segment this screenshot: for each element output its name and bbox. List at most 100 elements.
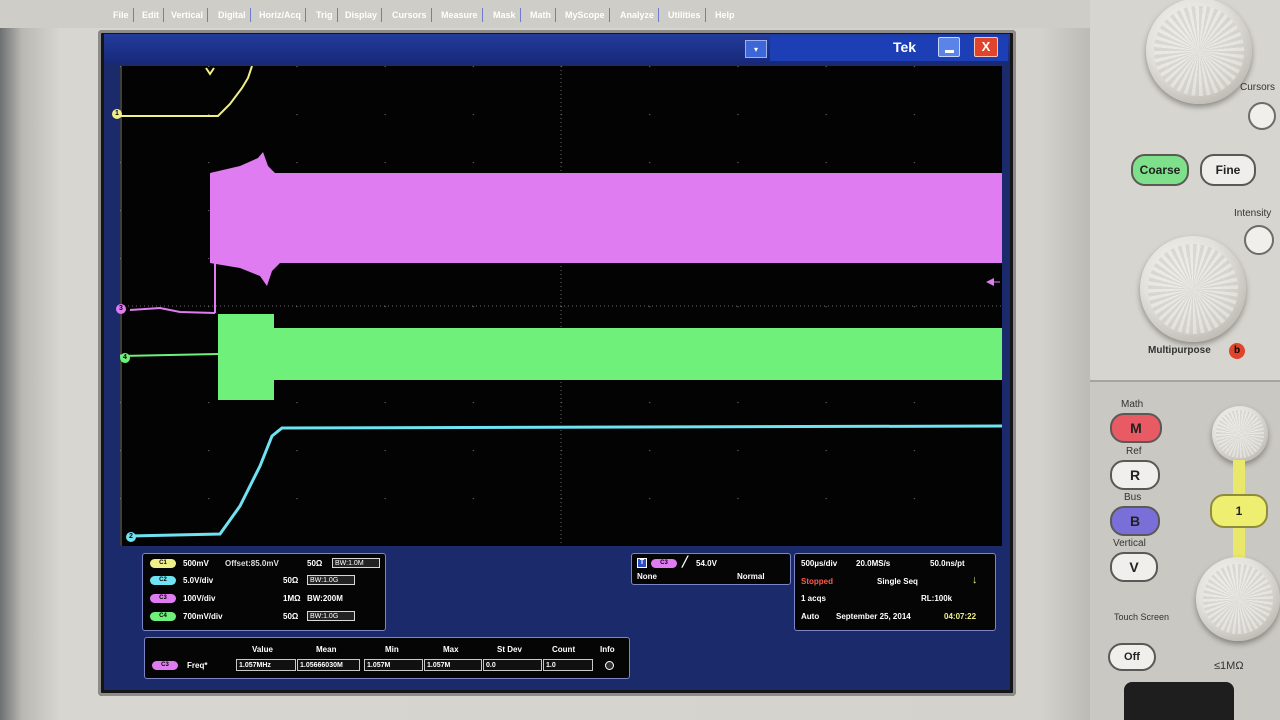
ch1-position-knob[interactable] — [1212, 406, 1268, 462]
ch1-bandwidth: BW:1.0M — [332, 558, 380, 568]
meas-header-value: Value — [252, 645, 273, 654]
ch3-burst-envelope — [210, 173, 1002, 263]
coarse-button[interactable]: Coarse — [1131, 154, 1189, 186]
trigger-source-chip[interactable]: C3 — [651, 559, 677, 568]
brand-label: Tek — [893, 39, 917, 55]
ch2-chip[interactable]: C2 — [150, 576, 176, 585]
menu-myscope[interactable]: MyScope — [562, 8, 610, 22]
menu-vertical[interactable]: Vertical — [168, 8, 209, 22]
ch4-chip[interactable]: C4 — [150, 612, 176, 621]
acq-seq: Single Seq — [877, 577, 918, 586]
measurement-panel[interactable] — [144, 637, 630, 679]
acq-state: Stopped — [801, 577, 833, 586]
math-button[interactable]: M — [1110, 413, 1162, 443]
trigger-slope-icon: ╱ — [682, 557, 689, 568]
acq-time: 04:07:22 — [944, 612, 977, 621]
waveform-display — [120, 66, 1002, 546]
trigger-mode: Normal — [737, 572, 765, 581]
menu-mask[interactable]: Mask — [490, 8, 521, 22]
vertical-label: Vertical — [1113, 538, 1146, 549]
menu-measure[interactable]: Measure — [438, 8, 483, 22]
trigger-auto: Auto — [801, 612, 820, 621]
meas-mean: 1.05666030M — [297, 659, 360, 671]
ch2-ground-marker[interactable]: 2 — [126, 532, 136, 542]
fine-button[interactable]: Fine — [1200, 154, 1256, 186]
ch1-scale-knob[interactable] — [1196, 557, 1280, 641]
math-label: Math — [1121, 399, 1144, 410]
ch3-scale: 100V/div — [183, 594, 216, 603]
touch-screen-label: Touch Screen — [1114, 612, 1170, 622]
menu-help[interactable]: Help — [712, 8, 739, 22]
touch-off-button[interactable]: Off — [1108, 643, 1156, 671]
meas-header-max: Max — [443, 645, 459, 654]
meas-header-min: Min — [385, 645, 399, 654]
close-icon[interactable]: X — [974, 37, 998, 57]
ch4-scale: 700mV/div — [183, 612, 223, 621]
ch2-scale: 5.0V/div — [183, 576, 214, 585]
ch1-button[interactable]: 1 — [1210, 494, 1268, 528]
title-bar — [770, 36, 1008, 61]
menu-analyze[interactable]: Analyze — [617, 8, 660, 22]
meas-header-count: Count — [552, 645, 576, 654]
trigger-coupling: None — [637, 572, 657, 581]
bus-label: Bus — [1124, 492, 1142, 503]
cursors-button[interactable] — [1248, 102, 1276, 130]
ch4-bandwidth: BW:1.0G — [307, 611, 355, 621]
ch3-bandwidth: BW:200M — [307, 594, 343, 603]
menu-dropdown-icon[interactable]: ▾ — [745, 40, 767, 58]
ch3-ground-marker[interactable]: 3 — [116, 304, 126, 314]
ch4-burst-envelope — [218, 328, 1002, 380]
cursors-label: Cursors — [1240, 82, 1276, 93]
intensity-label: Intensity — [1234, 208, 1272, 219]
ch1-chip[interactable]: C1 — [150, 559, 176, 568]
menu-edit[interactable]: Edit — [139, 8, 164, 22]
ch2-impedance: 50Ω — [283, 576, 299, 585]
ch1-offset: Offset:85.0mV — [225, 559, 279, 568]
probe-connector — [1124, 682, 1234, 720]
meas-value: 1.057MHz — [236, 659, 296, 671]
ch1-ground-marker[interactable]: 1 — [112, 109, 122, 119]
ref-button[interactable]: R — [1110, 460, 1160, 490]
cursor-knob[interactable] — [1146, 0, 1252, 104]
trigger-arrow-icon: ↓ — [972, 574, 978, 586]
resolution: 50.0ns/pt — [930, 559, 965, 568]
minimize-icon[interactable] — [938, 37, 960, 57]
acq-count: 1 acqs — [801, 594, 826, 603]
menu-file[interactable]: File — [110, 8, 134, 22]
multipurpose-knob[interactable] — [1140, 236, 1246, 342]
ch4-impedance: 50Ω — [283, 612, 299, 621]
menu-display[interactable]: Display — [342, 8, 383, 22]
meas-header-info: Info — [600, 645, 615, 654]
sample-rate: 20.0MS/s — [856, 559, 891, 568]
menu-horiz-acq[interactable]: Horiz/Acq — [256, 8, 307, 22]
meas-max: 1.057M — [424, 659, 482, 671]
trigger-level: 54.0V — [696, 559, 717, 568]
menu-math[interactable]: Math — [527, 8, 556, 22]
meas-info-icon[interactable] — [605, 661, 614, 670]
menu-trig[interactable]: Trig — [313, 8, 338, 22]
multipurpose-label: Multipurpose — [1148, 345, 1211, 356]
impedance-label: ≤1MΩ — [1214, 660, 1244, 672]
ch1-scale: 500mV — [183, 559, 209, 568]
ch3-impedance: 1MΩ — [283, 594, 301, 603]
meas-name: Freq* — [187, 661, 208, 670]
ch4-ground-marker[interactable]: 4 — [120, 353, 130, 363]
timebase: 500µs/div — [801, 559, 838, 568]
intensity-button[interactable] — [1244, 225, 1274, 255]
meas-source-chip[interactable]: C3 — [152, 661, 178, 670]
meas-header-mean: Mean — [316, 645, 337, 654]
bus-button[interactable]: B — [1110, 506, 1160, 536]
ch4-burst-startup — [218, 314, 274, 400]
acq-date: September 25, 2014 — [836, 612, 911, 621]
ref-label: Ref — [1126, 446, 1142, 457]
meas-count: 1.0 — [543, 659, 593, 671]
menu-cursors[interactable]: Cursors — [389, 8, 432, 22]
meas-stdev: 0.0 — [483, 659, 542, 671]
trigger-icon: T — [637, 558, 647, 568]
record-length: RL:100k — [921, 594, 953, 603]
menu-digital[interactable]: Digital — [215, 8, 251, 22]
vertical-button[interactable]: V — [1110, 552, 1158, 582]
ch3-chip[interactable]: C3 — [150, 594, 176, 603]
multipurpose-b-badge: b — [1229, 343, 1245, 359]
menu-utilities[interactable]: Utilities — [665, 8, 706, 22]
